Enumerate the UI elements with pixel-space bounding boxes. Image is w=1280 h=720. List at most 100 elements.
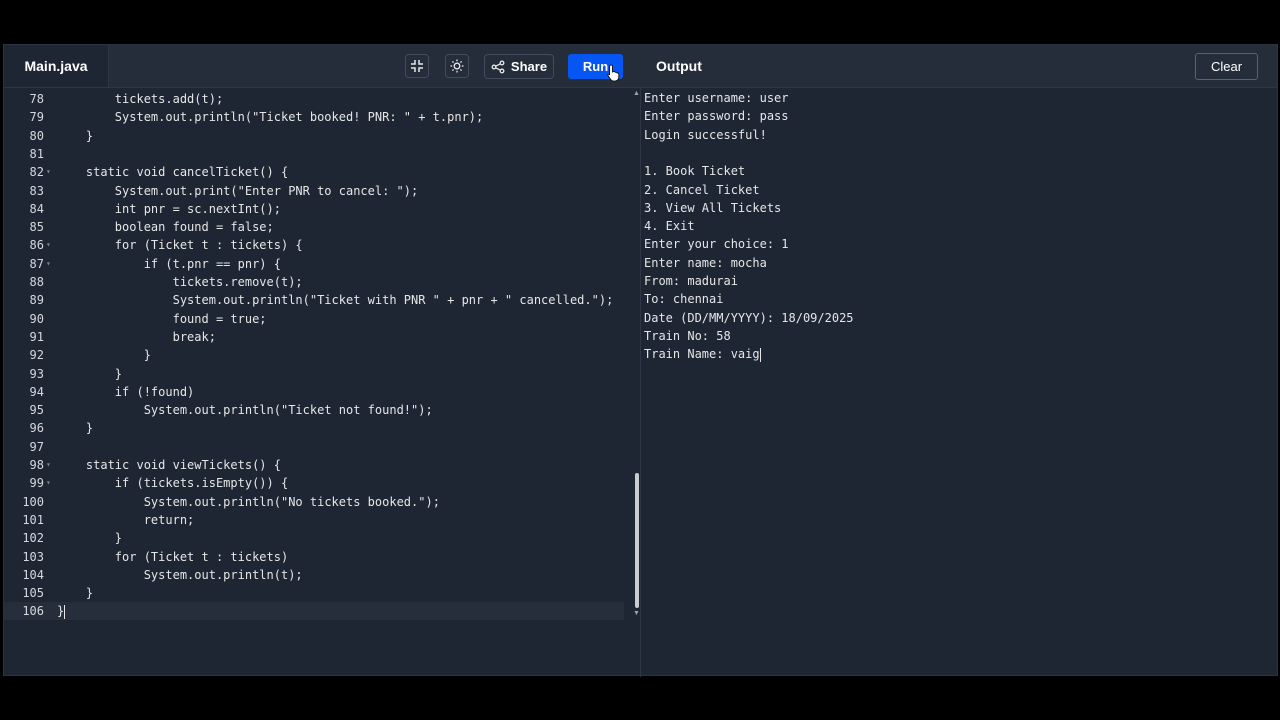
code-text: System.out.println("Ticket booked! PNR: …: [57, 108, 483, 126]
scroll-down-arrow-icon[interactable]: ▼: [633, 610, 640, 617]
code-content: for (Ticket t : tickets): [114, 549, 289, 564]
code-line[interactable]: 101 return;: [4, 511, 624, 529]
file-tab-main-java[interactable]: Main.java: [4, 45, 109, 87]
code-content: for (Ticket t : tickets) {: [114, 238, 303, 253]
code-text: System.out.println("Ticket with PNR " + …: [57, 291, 614, 309]
code-line[interactable]: 78 tickets.add(t);: [4, 90, 624, 108]
editor-scrollbar-thumb[interactable]: [635, 473, 639, 608]
output-text: To: chennai: [644, 292, 724, 307]
code-line[interactable]: 90 found = true;: [4, 310, 624, 328]
code-content: break;: [172, 329, 216, 344]
code-line[interactable]: 91 break;: [4, 328, 624, 346]
output-line: Train Name: vaig: [644, 345, 761, 363]
clear-button[interactable]: Clear: [1195, 53, 1258, 80]
line-number: 98: [29, 458, 44, 472]
output-text: Enter password: pass: [644, 109, 789, 124]
code-text: return;: [57, 511, 195, 529]
fullscreen-toggle-button[interactable]: [405, 54, 429, 78]
code-content: }: [85, 421, 94, 436]
code-line[interactable]: 103 for (Ticket t : tickets): [4, 548, 624, 566]
code-content: }: [85, 586, 94, 601]
line-number: 99: [29, 476, 44, 491]
code-line[interactable]: 88 tickets.remove(t);: [4, 273, 624, 291]
code-content: static void cancelTicket() {: [85, 165, 289, 180]
fold-arrow-icon[interactable]: ▾: [46, 236, 51, 254]
code-content: System.out.println(t);: [143, 567, 303, 582]
output-line: Date (DD/MM/YYYY): 18/09/2025: [644, 309, 854, 327]
code-text: if (tickets.isEmpty()) {: [57, 474, 288, 492]
code-line[interactable]: 92 }: [4, 346, 624, 364]
code-editor[interactable]: 78 tickets.add(t); 79 System.out.println(…: [4, 89, 640, 677]
run-button-label: Run: [582, 59, 609, 74]
output-text: Enter name: mocha: [644, 255, 767, 270]
code-line[interactable]: 87 ▾ if (t.pnr == pnr) {: [4, 255, 624, 273]
code-text: break;: [57, 328, 216, 346]
code-line[interactable]: 105 }: [4, 584, 624, 602]
fold-arrow-icon[interactable]: ▾: [46, 474, 51, 492]
share-button[interactable]: Share: [484, 54, 554, 79]
code-line[interactable]: 81: [4, 145, 624, 163]
code-line[interactable]: 95 System.out.println("Ticket not found!…: [4, 401, 624, 419]
code-line[interactable]: 84 int pnr = sc.nextInt();: [4, 200, 624, 218]
code-line[interactable]: 99 ▾ if (tickets.isEmpty()) {: [4, 474, 624, 492]
code-content: System.out.println("No tickets booked.")…: [143, 494, 440, 509]
code-text: }: [57, 365, 122, 383]
code-text: System.out.println(t);: [57, 566, 303, 584]
line-number: 93: [29, 366, 44, 381]
code-text: }: [57, 419, 93, 437]
panel-divider[interactable]: [640, 87, 641, 677]
line-number: 80: [29, 128, 44, 143]
output-text: 4. Exit: [644, 219, 695, 234]
code-content: if (t.pnr == pnr) {: [143, 256, 281, 271]
code-line[interactable]: 102 }: [4, 529, 624, 547]
output-console[interactable]: Enter username: user Enter password: pass…: [644, 88, 1274, 673]
code-line[interactable]: 97: [4, 438, 624, 456]
code-content: System.out.println("Ticket not found!");: [143, 403, 433, 418]
code-line[interactable]: 89 System.out.println("Ticket with PNR "…: [4, 291, 624, 309]
code-line[interactable]: 106}: [4, 602, 624, 621]
theme-toggle-button[interactable]: [445, 54, 469, 78]
scroll-up-arrow-icon[interactable]: ▲: [633, 90, 640, 97]
code-line[interactable]: 100 System.out.println("No tickets booke…: [4, 493, 624, 511]
code-line[interactable]: 80 }: [4, 127, 624, 145]
line-number: 104: [22, 567, 44, 582]
output-line: From: madurai: [644, 272, 738, 290]
line-number: 82: [29, 165, 44, 180]
fold-arrow-icon[interactable]: ▾: [46, 456, 51, 474]
code-line[interactable]: 104 System.out.println(t);: [4, 566, 624, 584]
code-content: System.out.println("Ticket with PNR " + …: [172, 293, 614, 308]
fold-arrow-icon[interactable]: ▾: [46, 255, 51, 273]
line-number: 90: [29, 311, 44, 326]
code-line[interactable]: 94 if (!found): [4, 383, 624, 401]
code-line[interactable]: 82 ▾ static void cancelTicket() {: [4, 163, 624, 181]
line-number: 81: [29, 146, 44, 161]
line-number: 106: [22, 604, 44, 619]
output-text: Enter your choice: 1: [644, 237, 789, 252]
code-line[interactable]: 86 ▾ for (Ticket t : tickets) {: [4, 236, 624, 254]
code-text: System.out.println("No tickets booked.")…: [57, 493, 440, 511]
line-number: 84: [29, 201, 44, 216]
code-line[interactable]: 96 }: [4, 419, 624, 437]
code-line[interactable]: 98 ▾ static void viewTickets() {: [4, 456, 624, 474]
fold-arrow-icon[interactable]: ▾: [46, 163, 51, 181]
line-number: 94: [29, 384, 44, 399]
code-line[interactable]: 79 System.out.println("Ticket booked! PN…: [4, 108, 624, 126]
code-line[interactable]: 83 System.out.print("Enter PNR to cancel…: [4, 182, 624, 200]
collapse-icon: [411, 60, 423, 72]
code-line[interactable]: 85 boolean found = false;: [4, 218, 624, 236]
code-line[interactable]: 93 }: [4, 365, 624, 383]
output-text: 2. Cancel Ticket: [644, 182, 760, 197]
